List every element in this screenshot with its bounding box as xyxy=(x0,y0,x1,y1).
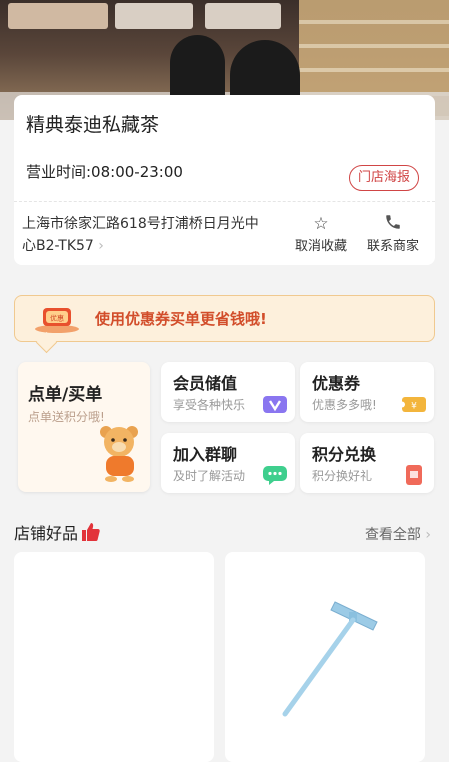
phone-gift-icon xyxy=(406,465,422,485)
coupon-subtitle: 优惠多多哦! xyxy=(312,398,377,412)
order-pay-title: 点单/买单 xyxy=(28,385,103,405)
order-pay-subtitle: 点单送积分哦! xyxy=(28,410,105,424)
join-group-subtitle: 及时了解活动 xyxy=(173,469,246,483)
chat-bubble-icon xyxy=(263,466,287,485)
products-section-title: 店铺好品 xyxy=(14,520,100,544)
points-exchange-subtitle: 积分换好礼 xyxy=(312,469,373,483)
product-card[interactable] xyxy=(225,552,425,762)
member-topup-title: 会员储值 xyxy=(173,374,238,393)
contact-merchant-label: 联系商家 xyxy=(366,239,419,254)
menu-board xyxy=(115,3,193,29)
unfavorite-label: 取消收藏 xyxy=(294,239,347,254)
chevron-right-icon: › xyxy=(425,527,431,543)
menu-board xyxy=(205,3,281,29)
product-card[interactable] xyxy=(14,552,214,762)
teddy-bear-icon xyxy=(100,426,138,482)
contact-merchant-button[interactable]: 联系商家 xyxy=(361,213,425,254)
store-hours: 营业时间:08:00-23:00 xyxy=(26,163,183,181)
member-topup-tile[interactable]: 会员储值 享受各种快乐 xyxy=(161,362,295,422)
coupon-tile[interactable]: 优惠券 优惠多多哦! ¥ xyxy=(300,362,434,422)
store-poster-button[interactable]: 门店海报 xyxy=(348,165,419,191)
store-info-card: 精典泰迪私藏茶 营业时间:08:00-23:00 门店海报 上海市徐家汇路618… xyxy=(14,95,435,265)
mop-product-image xyxy=(282,601,378,717)
points-exchange-title: 积分兑换 xyxy=(312,445,377,464)
coupon-gift-icon: 优惠 xyxy=(35,308,79,333)
products-section-label: 店铺好品 xyxy=(14,524,79,543)
phone-icon xyxy=(361,213,425,235)
join-group-title: 加入群聊 xyxy=(173,445,238,464)
svg-text:¥: ¥ xyxy=(411,402,417,412)
coupon-icon-text: 优惠 xyxy=(50,314,64,323)
store-address[interactable]: 上海市徐家汇路618号打浦桥日月光中心B2-TK57 › xyxy=(22,213,272,257)
see-all-label: 查看全部 xyxy=(364,527,421,543)
menu-board xyxy=(8,3,108,29)
divider xyxy=(14,201,435,202)
address-text: 上海市徐家汇路618号打浦桥日月光中心B2-TK57 xyxy=(22,216,259,254)
member-topup-subtitle: 享受各种快乐 xyxy=(173,398,246,412)
order-pay-tile[interactable]: 点单/买单 点单送积分哦! xyxy=(18,362,150,492)
coupon-tip-text: 使用优惠券买单更省钱哦! xyxy=(95,310,267,328)
see-all-link[interactable]: 查看全部 › xyxy=(365,524,431,544)
store-name: 精典泰迪私藏茶 xyxy=(26,114,160,136)
coupon-tip-banner[interactable]: 优惠 使用优惠券买单更省钱哦! xyxy=(14,295,435,342)
vip-card-icon xyxy=(263,396,287,413)
coupon-title: 优惠券 xyxy=(312,374,361,393)
points-exchange-tile[interactable]: 积分兑换 积分换好礼 xyxy=(300,433,434,493)
thumbs-up-icon xyxy=(82,523,100,541)
star-icon: ☆ xyxy=(313,214,329,234)
ticket-icon: ¥ xyxy=(402,397,426,412)
unfavorite-button[interactable]: ☆ 取消收藏 xyxy=(289,213,353,254)
chevron-right-icon: › xyxy=(98,238,104,254)
join-group-tile[interactable]: 加入群聊 及时了解活动 xyxy=(161,433,295,493)
